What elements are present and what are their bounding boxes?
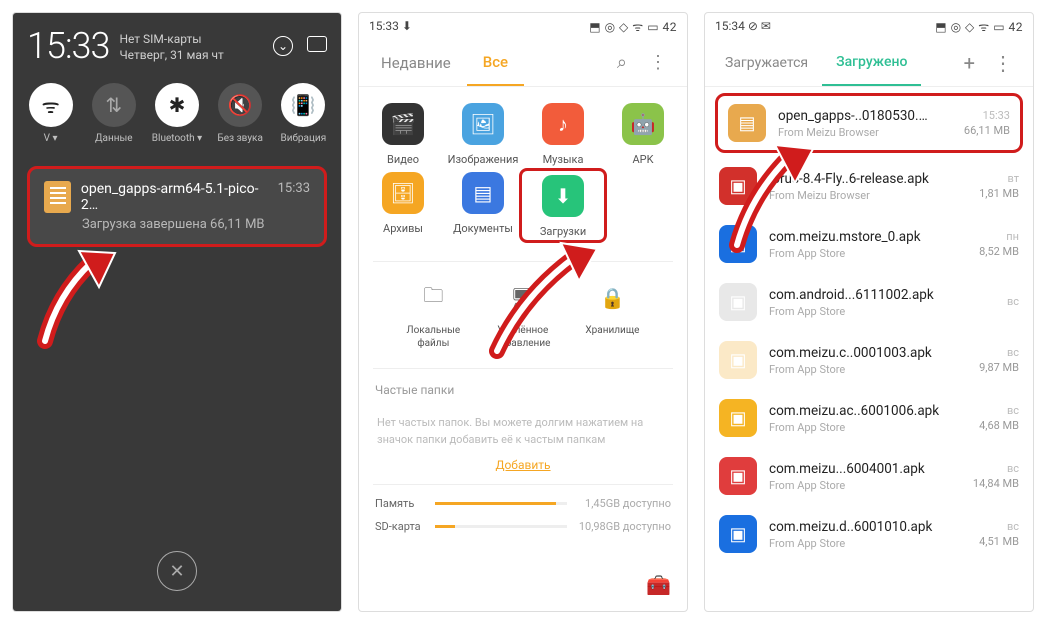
category-документы[interactable]: ▤Документы [445,172,521,241]
quick-toggle-bluetooth ▾[interactable]: ✱Bluetooth ▾ [149,83,205,144]
download-item[interactable]: ▣ com.meizu.ac..6001006.apk From App Sto… [705,389,1033,447]
category-архивы[interactable]: 🗄Архивы [365,172,441,241]
notification-time: 15:33 [278,181,310,196]
tab-downloaded[interactable]: Загружено [822,39,921,86]
category-изображения[interactable]: 🖼Изображения [445,103,521,166]
add-folder-link[interactable]: Добавить [359,458,687,484]
status-bar: 15:33 ⬇ ⬒ ◎ ◇ ᯤ ▭ 42 [359,13,687,39]
section-локальные[interactable]: 🗀Локальныефайлы [407,280,461,350]
section-хранилище[interactable]: 🔒Хранилище [585,280,639,350]
expand-icon[interactable]: ⌄ [273,36,293,56]
storage-row[interactable]: Память1,45GB доступно [375,497,671,510]
section-удалённое[interactable]: 🖥Удалённоеуправление [495,280,550,350]
download-item[interactable]: ▣ com.android...6111002.apk From App Sto… [705,273,1033,331]
quick-toggle-v ▾[interactable]: ᯤV ▾ [23,83,79,144]
clock: 15:33 [27,25,109,67]
tab-downloading[interactable]: Загружается [711,39,822,86]
quick-toggle-без звука[interactable]: 🔇Без звука [212,83,268,144]
notification-subtitle: Загрузка завершена 66,11 MB [82,217,310,232]
storage-row[interactable]: SD-карта10,98GB доступно [375,520,671,533]
category-видео[interactable]: 🎬Видео [365,103,441,166]
download-item[interactable]: ▣ com.meizu.mstore_0.apk From App Store … [705,215,1033,273]
download-item[interactable]: ▣ lorus-8.4-Fly..6-release.apk From Meiz… [705,157,1033,215]
tab-recent[interactable]: Недавние [365,39,467,86]
sim-status: Нет SIM-карты [119,31,263,47]
search-icon[interactable]: ⌕ [617,52,627,73]
add-download-icon[interactable]: + [964,51,975,75]
inbox-icon[interactable] [307,36,327,52]
toolbox-icon[interactable]: 🧰 [646,573,671,597]
clear-all-button[interactable]: ✕ [157,551,197,591]
more-icon[interactable]: ⋮ [649,52,667,73]
screen-downloads: 15:34 ⊘ ✉ ⬒ ◎ ◇ ᯤ ▭ 42 Загружается Загру… [704,12,1034,612]
frequent-folders-heading: Частые папки [359,369,687,405]
more-icon[interactable]: ⋮ [993,51,1013,75]
tab-all[interactable]: Все [467,39,524,86]
frequent-folders-hint: Нет частых папок. Вы можете долгим нажат… [359,405,687,458]
category-загрузки[interactable]: ⬇Загрузки [519,168,607,243]
archive-icon [44,181,71,213]
download-item[interactable]: ▣ com.meizu.d..6001010.apk From App Stor… [705,505,1033,563]
notification-title: open_gapps-arm64-5.1-pico-2… [81,181,268,213]
download-item[interactable]: ▤ open_gapps-..0180530.zip From Meizu Br… [715,93,1023,153]
category-apk[interactable]: 🤖APK [605,103,681,166]
date-status: Четверг, 31 мая чт [119,47,263,63]
quick-toggle-вибрация[interactable]: 📳Вибрация [275,83,331,144]
screen-notification-shade: 15:33 Нет SIM-карты Четверг, 31 мая чт ⌄… [12,12,342,612]
status-bar: 15:34 ⊘ ✉ ⬒ ◎ ◇ ᯤ ▭ 42 [705,13,1033,39]
download-notification[interactable]: open_gapps-arm64-5.1-pico-2… 15:33 Загру… [27,166,327,247]
download-item[interactable]: ▣ com.meizu.c..0001003.apk From App Stor… [705,331,1033,389]
quick-toggle-данные[interactable]: ⇅Данные [86,83,142,144]
category-музыка[interactable]: ♪Музыка [525,103,601,166]
download-item[interactable]: ▣ com.meizu...6004001.apk From App Store… [705,447,1033,505]
screen-file-manager: 15:33 ⬇ ⬒ ◎ ◇ ᯤ ▭ 42 Недавние Все ⌕ ⋮ 🎬В… [358,12,688,612]
